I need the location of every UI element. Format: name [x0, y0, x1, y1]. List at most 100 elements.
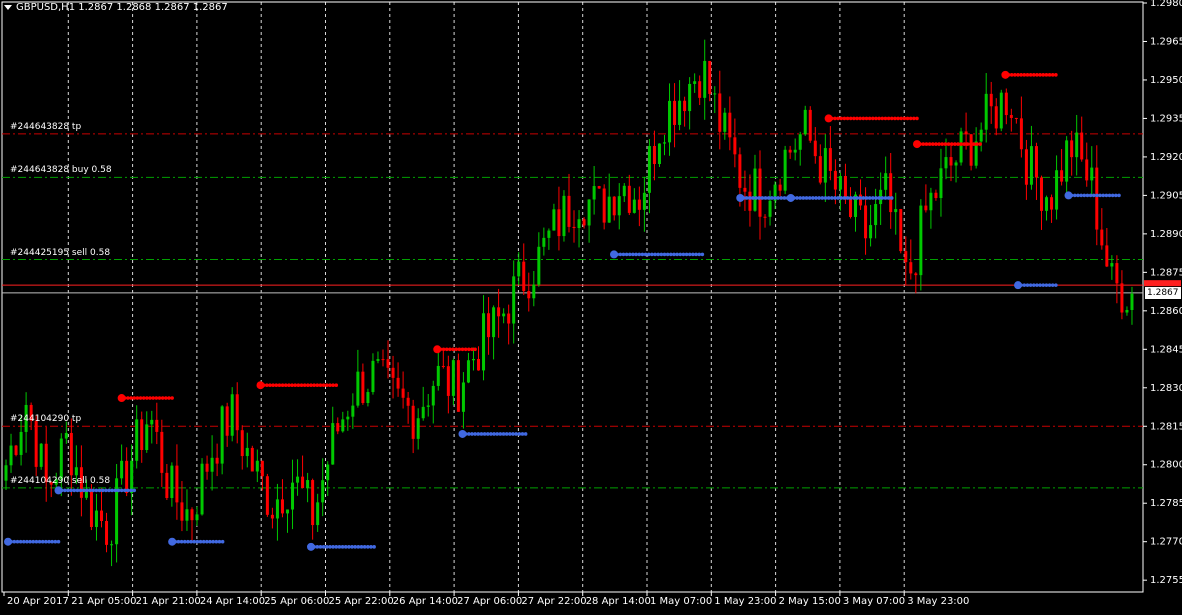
- support-dot: [514, 432, 518, 436]
- candle-body: [537, 246, 541, 285]
- support-dot: [220, 539, 225, 544]
- resistance-dot: [312, 383, 316, 388]
- chart-title: GBPUSD,H1 1.2867 1.2868 1.2867 1.2867: [4, 2, 228, 13]
- candle-body: [1014, 117, 1018, 119]
- support-dot: [848, 196, 853, 200]
- resistance-dot: [1006, 73, 1011, 77]
- candle-body: [743, 187, 747, 192]
- candle-body: [979, 129, 983, 142]
- candle-body: [1060, 170, 1064, 182]
- resistance-dot: [315, 383, 320, 388]
- resistance-dot: [968, 142, 973, 146]
- support-dot: [34, 539, 39, 544]
- support-dot: [1110, 193, 1115, 198]
- candle-body: [989, 93, 993, 107]
- candle-body: [331, 423, 335, 465]
- support-dot: [110, 488, 114, 493]
- support-dot: [1022, 283, 1027, 287]
- resistance-dot: [1009, 73, 1014, 77]
- y-tick-label: 1.2860: [1150, 306, 1182, 317]
- candle-body: [89, 488, 93, 527]
- support-dot: [1038, 283, 1042, 287]
- candle-body: [230, 394, 234, 436]
- support-dot: [817, 196, 821, 200]
- support-dot: [886, 196, 891, 200]
- support-dot: [85, 488, 89, 493]
- support-dot: [59, 488, 64, 493]
- support-dot: [182, 539, 187, 544]
- candle-body: [673, 100, 677, 125]
- candle-body: [14, 445, 18, 455]
- candle-body: [431, 385, 435, 406]
- resistance-dot: [448, 347, 452, 352]
- resistance-dot: [896, 116, 900, 121]
- candle-body: [1019, 118, 1023, 150]
- candle-body: [487, 313, 491, 338]
- resistance-dot: [855, 116, 859, 121]
- support-dot: [511, 432, 515, 436]
- y-tick-label: 1.2845: [1150, 344, 1182, 355]
- y-tick-label: 1.2815: [1150, 421, 1182, 432]
- chevron-down-icon[interactable]: [4, 4, 12, 10]
- candle-body: [733, 137, 737, 155]
- chart-canvas[interactable]: 1.2980 1.2965 1.2950 1.2935 1.2920 1.2905 1.28…: [0, 0, 1182, 611]
- support-dot: [356, 545, 361, 549]
- candle-body: [4, 465, 8, 481]
- support-dot: [773, 196, 777, 200]
- resistance-dot: [864, 116, 869, 121]
- resistance-dot: [1031, 73, 1036, 77]
- support-dot: [1041, 283, 1046, 287]
- support-dot: [81, 488, 86, 493]
- candle-body: [190, 509, 194, 521]
- candle-body: [562, 195, 566, 237]
- support-dot: [18, 539, 23, 544]
- y-tick-label: 1.2755: [1150, 575, 1182, 586]
- candle-body: [592, 186, 596, 200]
- support-dot: [47, 539, 51, 544]
- candle-body: [657, 143, 661, 165]
- resistance-dot: [331, 383, 335, 388]
- support-dot: [852, 196, 856, 200]
- resistance-dot: [899, 116, 904, 121]
- candle-body: [753, 168, 757, 211]
- resistance-dot: [145, 396, 149, 400]
- support-dot: [78, 488, 83, 493]
- support-dot: [15, 539, 20, 544]
- current-price-tag: 1.2867: [1145, 286, 1181, 299]
- support-dot: [173, 539, 178, 544]
- candle-body: [482, 313, 486, 371]
- support-dot: [517, 432, 522, 436]
- resistance-dot: [908, 116, 913, 121]
- support-dot: [643, 252, 648, 257]
- support-dot: [839, 196, 844, 200]
- candle-body: [321, 480, 325, 503]
- candle-body: [280, 499, 284, 514]
- support-dot: [31, 539, 36, 544]
- candle-body: [39, 443, 43, 467]
- candle-body: [155, 419, 159, 432]
- symbol-title: GBPUSD,H1 1.2867 1.2868 1.2867 1.2867: [16, 2, 228, 13]
- candle-body: [180, 502, 184, 521]
- candle-body: [683, 100, 687, 112]
- resistance-dot: [293, 383, 298, 388]
- resistance-dot: [946, 142, 951, 146]
- support-dot: [372, 545, 376, 549]
- candle-body: [316, 502, 320, 526]
- support-dot: [126, 488, 130, 493]
- resistance-dot: [274, 383, 279, 388]
- candle-body: [567, 195, 571, 227]
- x-tick-label: 26 Apr 14:00: [393, 596, 458, 607]
- resistance-dot: [296, 383, 301, 388]
- price-chart[interactable]: 1.2980 1.2965 1.2950 1.2935 1.2920 1.2905 1.28…: [0, 0, 1182, 611]
- support-dot: [28, 539, 32, 544]
- support-dot: [479, 432, 484, 436]
- support-dot: [217, 539, 222, 544]
- candle-body: [381, 359, 385, 361]
- resistance-dot: [473, 347, 477, 352]
- y-tick-label: 1.2965: [1150, 36, 1182, 47]
- support-dot: [1050, 283, 1055, 287]
- candle-body: [441, 365, 445, 367]
- support-dot: [334, 545, 339, 549]
- support-dot: [205, 539, 209, 544]
- support-dot: [369, 545, 373, 549]
